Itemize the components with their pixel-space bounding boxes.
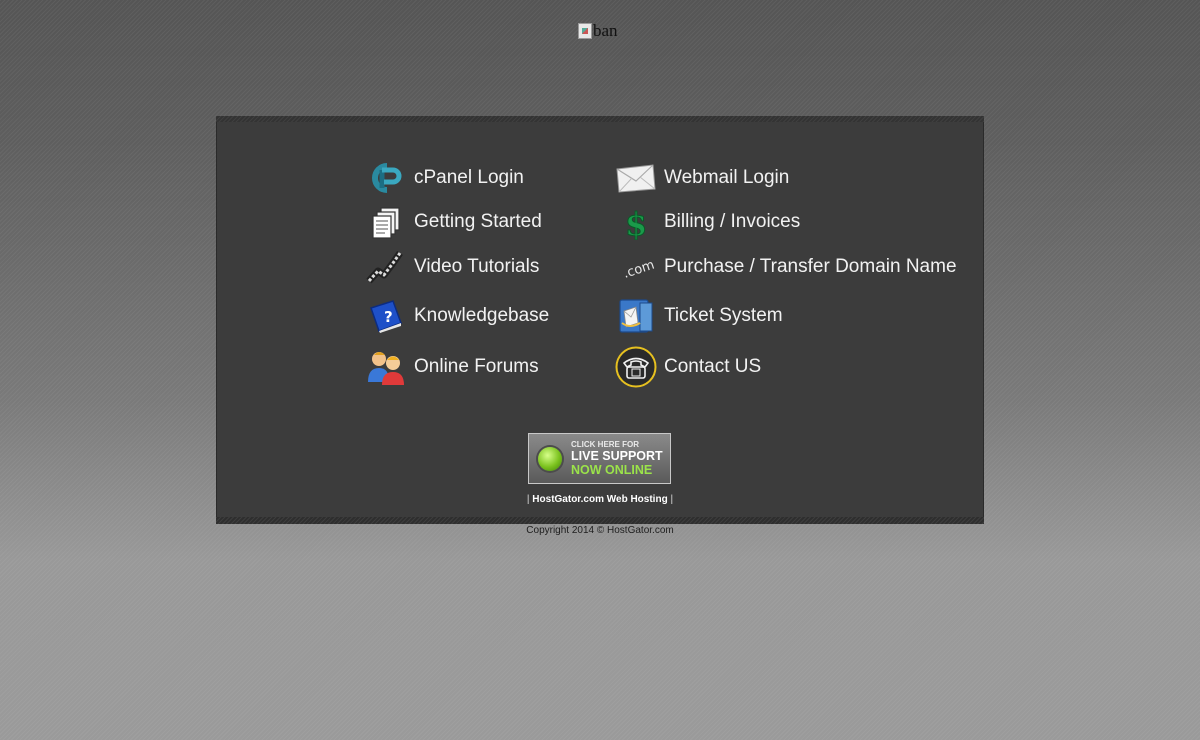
film-strip-icon	[364, 247, 408, 287]
contact-us-label: Contact US	[664, 356, 762, 377]
dollar-icon: $	[614, 202, 658, 242]
billing-invoices-link[interactable]: $ Billing / Invoices	[614, 202, 801, 242]
hostgator-link[interactable]: HostGator.com Web Hosting	[532, 494, 667, 505]
cpanel-login-label: cPanel Login	[414, 167, 524, 188]
broken-image-icon	[578, 23, 592, 39]
knowledgebase-label: Knowledgebase	[414, 305, 550, 326]
online-forums-link[interactable]: Online Forums	[364, 347, 539, 387]
separator-right: |	[670, 494, 674, 505]
cpanel-icon	[364, 158, 408, 198]
banner-alt-text: ban	[593, 21, 618, 40]
svg-text:?: ?	[384, 308, 393, 326]
live-support-button[interactable]: CLICK HERE FOR LIVE SUPPORT NOW ONLINE	[528, 433, 671, 484]
video-tutorials-label: Video Tutorials	[414, 256, 540, 277]
ticket-system-label: Ticket System	[664, 305, 783, 326]
purchase-domain-link[interactable]: .com Purchase / Transfer Domain Name	[614, 247, 957, 287]
getting-started-label: Getting Started	[414, 211, 542, 232]
cpanel-login-link[interactable]: cPanel Login	[364, 158, 524, 198]
separator-left: |	[526, 494, 530, 505]
copyright-text: Copyright 2014 © HostGator.com	[526, 525, 674, 536]
users-icon	[364, 347, 408, 387]
documents-icon	[364, 202, 408, 242]
knowledgebase-link[interactable]: ? Knowledgebase	[364, 296, 549, 336]
contact-us-link[interactable]: Contact US	[614, 346, 762, 388]
svg-text:.com: .com	[621, 258, 656, 282]
live-support-line1: CLICK HERE FOR	[571, 440, 639, 449]
dotcom-icon: .com	[614, 247, 658, 287]
live-support-line3: NOW ONLINE	[571, 462, 653, 477]
banner-image: ban	[578, 20, 618, 42]
envelope-icon	[614, 158, 658, 198]
live-support-line2: LIVE SUPPORT	[571, 449, 663, 463]
online-forums-label: Online Forums	[414, 356, 539, 377]
help-book-icon: ?	[364, 296, 408, 336]
status-online-icon	[538, 446, 562, 471]
ticket-system-link[interactable]: Ticket System	[614, 296, 783, 336]
purchase-domain-label: Purchase / Transfer Domain Name	[664, 256, 957, 277]
main-panel: cPanel Login Getting Started Video Tutor…	[216, 116, 984, 524]
webmail-login-label: Webmail Login	[664, 167, 790, 188]
svg-text:$: $	[625, 205, 647, 240]
phone-icon	[614, 346, 658, 388]
billing-invoices-label: Billing / Invoices	[664, 211, 801, 232]
ticket-icon	[614, 296, 658, 336]
getting-started-link[interactable]: Getting Started	[364, 202, 542, 242]
webmail-login-link[interactable]: Webmail Login	[614, 158, 789, 198]
footer-link-row: | HostGator.com Web Hosting |	[216, 494, 984, 505]
video-tutorials-link[interactable]: Video Tutorials	[364, 247, 539, 287]
